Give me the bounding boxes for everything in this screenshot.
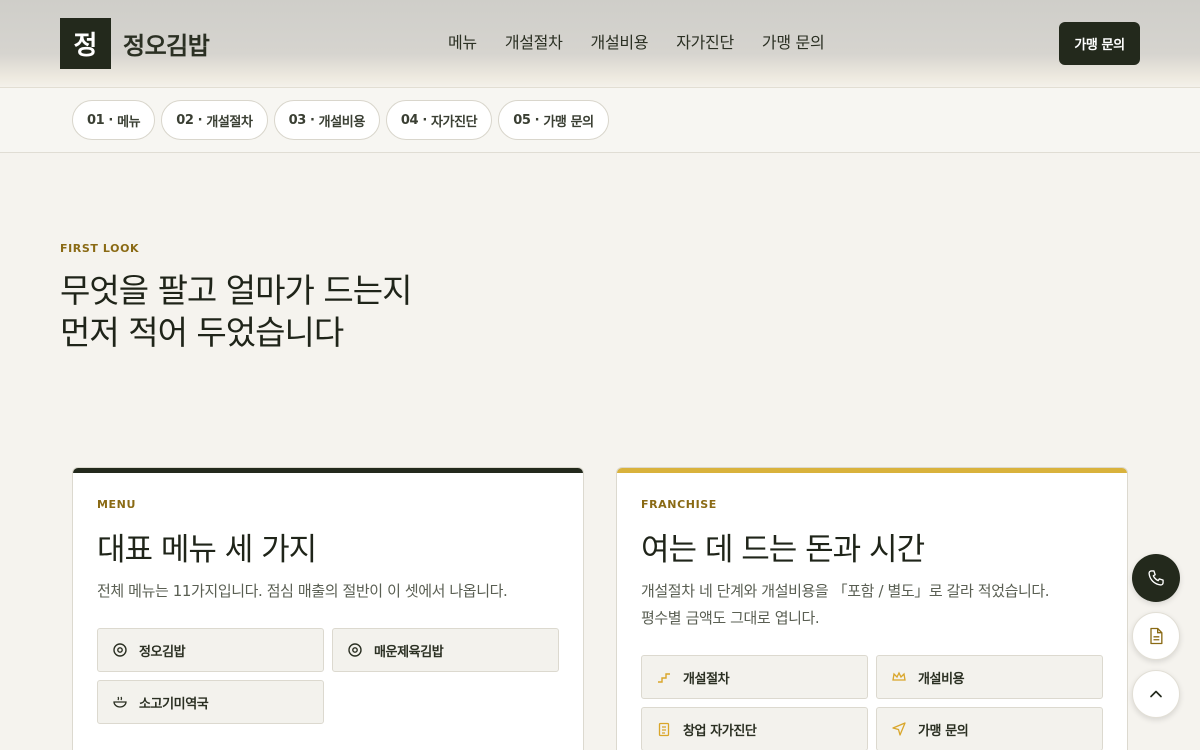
logo[interactable]: 정 정오김밥 bbox=[60, 18, 210, 69]
menu-description: 전체 메뉴는 11가지입니다. 점심 매출의 절반이 이 셋에서 나옵니다. bbox=[97, 582, 508, 600]
nav-cost[interactable]: 개설비용 bbox=[591, 31, 649, 55]
menu-eyebrow: MENU bbox=[97, 498, 136, 511]
card-top-bar bbox=[617, 468, 1127, 473]
call-button[interactable] bbox=[1132, 554, 1180, 602]
card-top-bar bbox=[73, 468, 583, 473]
menu-item-beef-seaweed-soup[interactable]: 소고기미역국 bbox=[97, 680, 324, 724]
franchise-description: 개설절차 네 단계와 개설비용을 「포함 / 별도」로 갈라 적었습니다. 평수… bbox=[641, 578, 1111, 632]
brand-name: 정오김밥 bbox=[123, 32, 210, 60]
bowl-icon bbox=[112, 694, 128, 710]
nav-procedure[interactable]: 개설절차 bbox=[505, 31, 563, 55]
tab-number: 05 bbox=[513, 112, 531, 128]
hero-eyebrow: FIRST LOOK bbox=[60, 242, 140, 255]
nav-menu[interactable]: 메뉴 bbox=[448, 31, 477, 55]
menu-item-label: 매운제육김밥 bbox=[374, 644, 444, 660]
nav-inquiry[interactable]: 가맹 문의 bbox=[762, 31, 825, 55]
crown-icon bbox=[891, 669, 907, 685]
tab-number: 03 bbox=[288, 112, 307, 128]
chevron-up-icon bbox=[1146, 684, 1166, 704]
tab-step-2[interactable]: 02 · 개설절차 bbox=[161, 100, 268, 140]
link-label: 개설절차 bbox=[683, 671, 730, 687]
link-procedure[interactable]: 개설절차 bbox=[641, 655, 868, 699]
phone-icon bbox=[1146, 568, 1166, 588]
link-label: 가맹 문의 bbox=[918, 723, 969, 739]
scroll-top-button[interactable] bbox=[1132, 670, 1180, 718]
hero-title-line-1: 무엇을 팔고 얼마가 드는지 bbox=[60, 271, 412, 310]
tab-label: 가맹 문의 bbox=[543, 114, 594, 130]
logo-mark: 정 bbox=[60, 18, 111, 69]
tab-step-5[interactable]: 05 · 가맹 문의 bbox=[498, 100, 609, 140]
main-nav: 메뉴 개설절차 개설비용 자가진단 가맹 문의 bbox=[448, 31, 852, 55]
target-icon bbox=[347, 642, 363, 658]
link-cost[interactable]: 개설비용 bbox=[876, 655, 1103, 699]
tab-step-1[interactable]: 01 · 메뉴 bbox=[72, 100, 156, 140]
link-label: 창업 자가진단 bbox=[683, 723, 757, 739]
inquiry-button[interactable]: 가맹 문의 bbox=[1059, 22, 1140, 65]
franchise-desc-line-2: 평수별 금액도 그대로 엽니다. bbox=[641, 609, 820, 627]
franchise-title: 여는 데 드는 돈과 시간 bbox=[641, 532, 925, 568]
document-button[interactable] bbox=[1132, 612, 1180, 660]
nav-self-check[interactable]: 자가진단 bbox=[676, 31, 734, 55]
site-header: 정 정오김밥 메뉴 개설절차 개설비용 자가진단 가맹 문의 가맹 문의 bbox=[0, 0, 1200, 88]
link-inquiry[interactable]: 가맹 문의 bbox=[876, 707, 1103, 750]
tab-number: 02 bbox=[176, 112, 194, 128]
tab-step-3[interactable]: 03 · 개설비용 bbox=[273, 100, 380, 140]
link-self-check[interactable]: 창업 자가진단 bbox=[641, 707, 868, 750]
target-icon bbox=[112, 642, 128, 658]
tab-label: 자가진단 bbox=[431, 114, 478, 130]
menu-item-label: 소고기미역국 bbox=[139, 696, 209, 712]
send-icon bbox=[891, 721, 907, 737]
franchise-card: FRANCHISE 여는 데 드는 돈과 시간 개설절차 네 단계와 개설비용을… bbox=[616, 467, 1128, 750]
franchise-eyebrow: FRANCHISE bbox=[641, 498, 717, 511]
menu-title: 대표 메뉴 세 가지 bbox=[97, 532, 317, 568]
tab-step-4[interactable]: 04 · 자가진단 bbox=[385, 100, 493, 140]
tab-label: 개설비용 bbox=[318, 114, 366, 130]
hero-title: 무엇을 팔고 얼마가 드는지 먼저 적어 두었습니다 bbox=[60, 270, 580, 354]
step-nav: 01 · 메뉴 02 · 개설절차 03 · 개설비용 04 · 자가진단 05… bbox=[0, 88, 1200, 153]
tab-number: 01 bbox=[87, 112, 105, 128]
franchise-desc-line-1: 개설절차 네 단계와 개설비용을 「포함 / 별도」로 갈라 적었습니다. bbox=[641, 582, 1050, 600]
tab-label: 개설절차 bbox=[206, 114, 253, 130]
clipboard-icon bbox=[656, 721, 672, 737]
menu-item-spicy-pork-gimbap[interactable]: 매운제육김밥 bbox=[332, 628, 559, 672]
document-icon bbox=[1146, 626, 1166, 646]
tab-number: 04 bbox=[400, 112, 419, 128]
menu-item-jeongo-gimbap[interactable]: 정오김밥 bbox=[97, 628, 324, 672]
stairs-icon bbox=[656, 669, 672, 685]
menu-card: MENU 대표 메뉴 세 가지 전체 메뉴는 11가지입니다. 점심 매출의 절… bbox=[72, 467, 584, 750]
menu-item-label: 정오김밥 bbox=[139, 644, 186, 660]
hero-title-line-2: 먼저 적어 두었습니다 bbox=[60, 313, 344, 352]
link-label: 개설비용 bbox=[918, 671, 965, 687]
tab-label: 메뉴 bbox=[117, 114, 141, 130]
